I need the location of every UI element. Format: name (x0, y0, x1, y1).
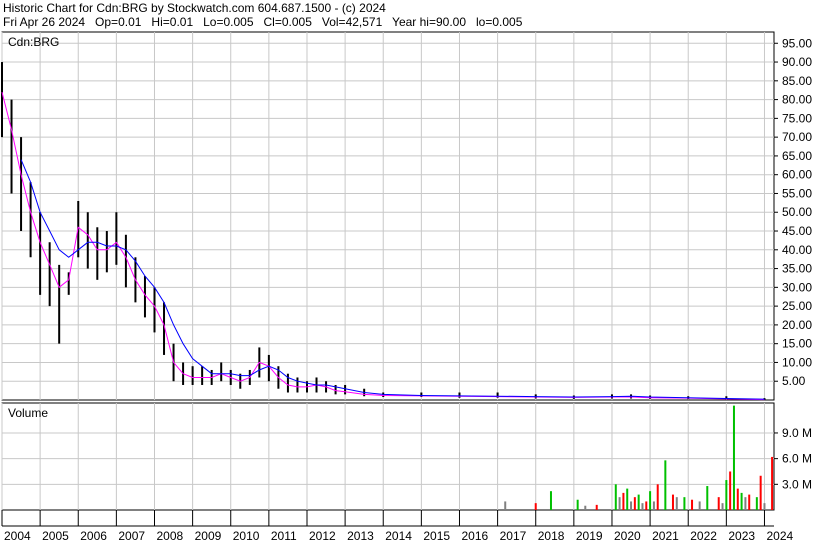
x-tick-label: 2024 (766, 529, 793, 543)
price-y-tick-label: 5.00 (782, 374, 806, 388)
price-y-tick-label: 15.00 (782, 337, 812, 351)
price-y-tick-label: 50.00 (782, 205, 812, 219)
x-tick-label: 2010 (233, 529, 260, 543)
volume-y-tick-label: 3.0 M (782, 477, 812, 491)
x-tick-label: 2011 (271, 529, 297, 543)
price-panel-frame (1, 31, 775, 401)
x-tick-label: 2005 (42, 529, 69, 543)
x-tick-label: 2023 (728, 529, 755, 543)
price-y-tick-label: 35.00 (782, 262, 812, 276)
price-y-tick-label: 75.00 (782, 111, 812, 125)
volume-panel-title: Volume (8, 406, 48, 420)
volume-y-tick-label: 9.0 M (782, 426, 812, 440)
x-tick-label: 2004 (4, 529, 31, 543)
stock-chart-page: Historic Chart for Cdn:BRG by Stockwatch… (0, 0, 830, 543)
x-tick-label: 2021 (652, 529, 679, 543)
price-y-tick-label: 80.00 (782, 93, 812, 107)
x-tick-label: 2022 (690, 529, 717, 543)
x-tick-label: 2017 (500, 529, 527, 543)
price-y-tick-label: 45.00 (782, 224, 812, 238)
price-y-tick-label: 55.00 (782, 186, 812, 200)
price-y-tick-label: 95.00 (782, 36, 812, 50)
price-y-tick-label: 65.00 (782, 149, 812, 163)
price-y-tick-label: 20.00 (782, 318, 812, 332)
x-tick-label: 2019 (576, 529, 603, 543)
chart-svg: 2004 2005 2006 2007 2008 2009 2010 2011 2012 2013… (1, 31, 812, 543)
x-tick-label: 2012 (309, 529, 336, 543)
x-tick-label: 2018 (538, 529, 565, 543)
x-tick-label: 2006 (80, 529, 107, 543)
price-panel-title: Cdn:BRG (8, 35, 59, 49)
x-tick-label: 2008 (156, 529, 183, 543)
price-y-tick-label: 25.00 (782, 299, 812, 313)
price-y-tick-label: 90.00 (782, 55, 812, 69)
price-y-tick-label: 85.00 (782, 74, 812, 88)
price-y-tick-label: 60.00 (782, 168, 812, 182)
price-y-tick-label: 10.00 (782, 355, 812, 369)
price-y-tick-label: 40.00 (782, 243, 812, 257)
x-tick-label: 2009 (195, 529, 222, 543)
x-tick-label: 2015 (423, 529, 450, 543)
x-tick-label: 2016 (461, 529, 488, 543)
price-y-tick-label: 70.00 (782, 130, 812, 144)
price-y-tick-label: 30.00 (782, 280, 812, 294)
x-tick-label: 2014 (385, 529, 412, 543)
x-tick-label: 2020 (614, 529, 641, 543)
x-tick-label: 2007 (118, 529, 145, 543)
volume-y-tick-label: 6.0 M (782, 452, 812, 466)
x-tick-label: 2013 (347, 529, 374, 543)
